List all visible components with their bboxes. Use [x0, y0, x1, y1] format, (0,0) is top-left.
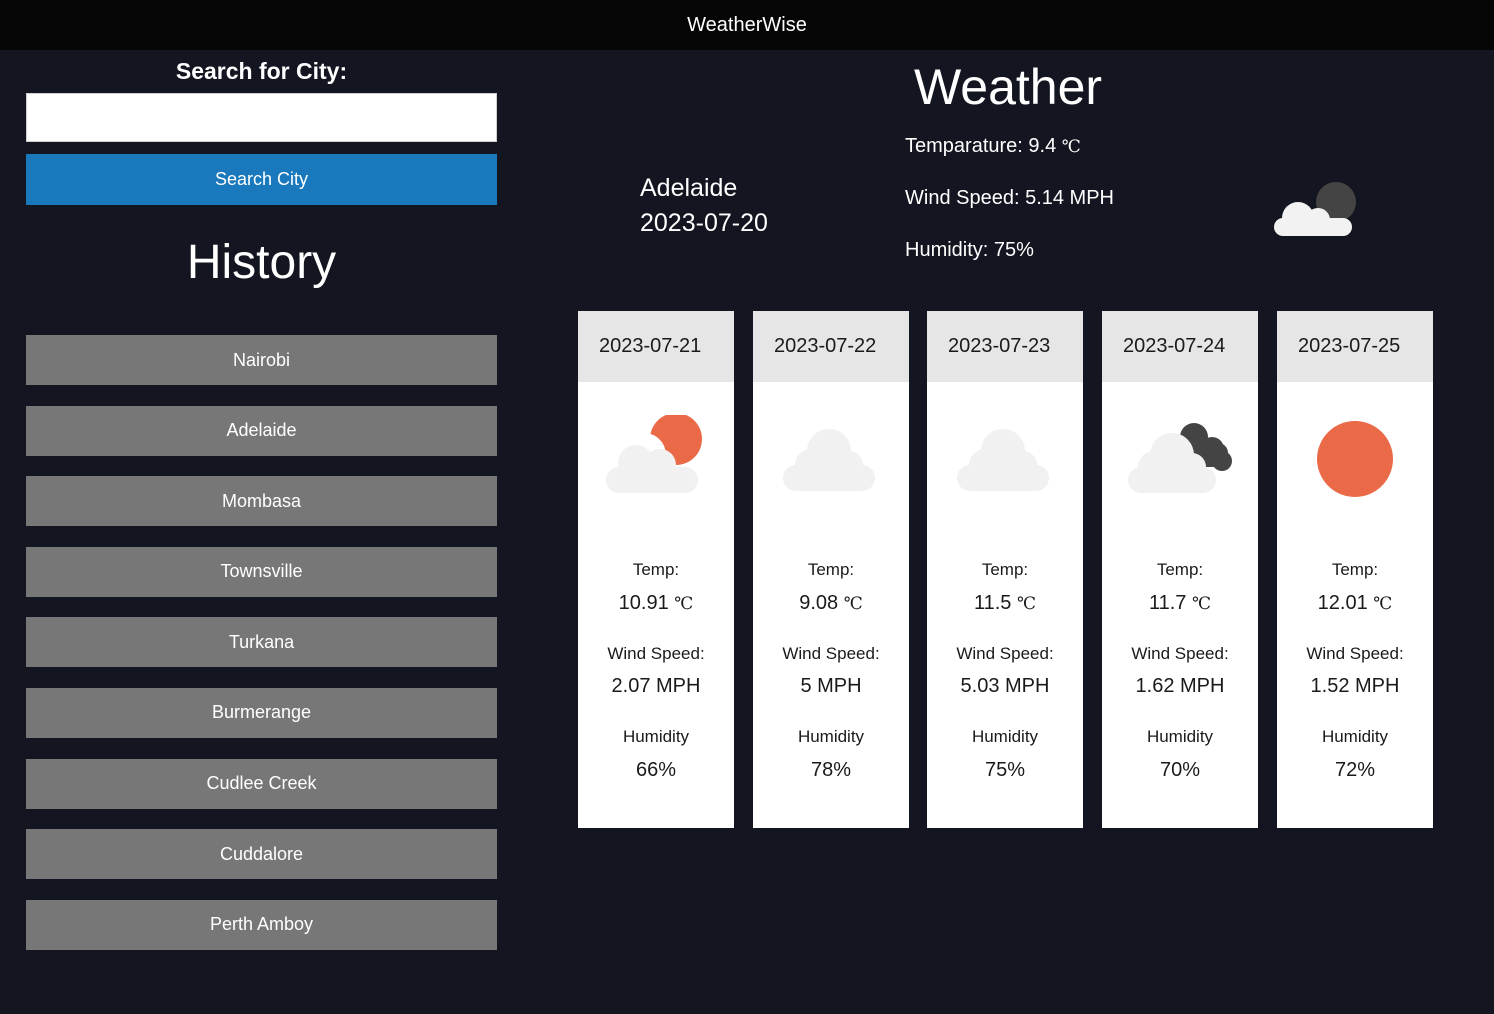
temp-label: Temp: — [632, 560, 680, 579]
humidity-label: Humidity — [971, 727, 1039, 746]
temp-value: 9.08 ℃ — [753, 592, 909, 615]
temp-unit: ℃ — [1373, 594, 1393, 614]
humidity-value: 78% — [810, 759, 852, 781]
history-title: History — [186, 236, 337, 289]
forecast-card: 2023-07-24 Temp: 11.7 ℃ Wind Speed: 1.62… — [1102, 311, 1258, 828]
history-item[interactable]: Adelaide — [26, 405, 497, 456]
temperature-unit: ℃ — [1061, 137, 1081, 157]
forecast-date: 2023-07-21 — [578, 311, 734, 382]
humidity-value: 70% — [1159, 759, 1201, 781]
current-humidity: Humidity: 75% — [905, 238, 1114, 290]
history-item[interactable]: Cudlee Creek — [26, 758, 497, 809]
forecast-card: 2023-07-23 Temp: 11.5 ℃ Wind Speed: 5.03… — [927, 311, 1083, 828]
temp-unit: ℃ — [674, 594, 694, 614]
sidebar: Search for City: Search City History Nai… — [26, 50, 497, 970]
history-item[interactable]: Perth Amboy — [26, 899, 497, 950]
humidity-label: Humidity — [1146, 727, 1214, 746]
humidity-value: 66% — [635, 759, 677, 781]
temperature-value: 9.4 — [1028, 135, 1057, 157]
partly-sunny-icon — [600, 413, 710, 501]
search-city-button[interactable]: Search City — [26, 154, 497, 205]
current-temperature: Temparature: 9.4 ℃ — [905, 134, 1114, 186]
wind-value: 5 MPH — [800, 675, 862, 697]
temp-value: 10.91 ℃ — [578, 592, 734, 615]
current-city: Adelaide — [640, 174, 738, 202]
humidity-value: 72% — [1334, 759, 1376, 781]
cloud-icon — [949, 415, 1059, 501]
history-item[interactable]: Burmerange — [26, 687, 497, 738]
history-item[interactable]: Townsville — [26, 546, 497, 597]
wind-value: 1.62 MPH — [1135, 675, 1225, 697]
search-input[interactable] — [26, 93, 497, 142]
current-wind: Wind Speed: 5.14 MPH — [905, 186, 1114, 238]
forecast-card: 2023-07-25 Temp: 12.01 ℃ Wind Speed: 1.5… — [1277, 311, 1433, 828]
cloud-icon — [775, 415, 885, 501]
humidity-label: Humidity — [622, 727, 690, 746]
wind-label: Wind Speed: — [905, 187, 1020, 209]
sun-icon — [1299, 415, 1409, 501]
temp-unit: ℃ — [1016, 594, 1037, 614]
history-item[interactable]: Nairobi — [26, 335, 497, 385]
current-location: Adelaide 2023-07-20 — [640, 171, 768, 241]
history-item[interactable]: Cuddalore — [26, 829, 497, 880]
temp-number: 11.7 — [1148, 592, 1187, 614]
app-title: WeatherWise — [687, 13, 807, 36]
temp-number: 10.91 — [618, 592, 669, 614]
wind-label: Wind Speed: — [782, 644, 880, 663]
temp-label: Temp: — [807, 560, 855, 579]
temp-unit: ℃ — [1191, 594, 1212, 614]
temp-number: 12.01 — [1317, 592, 1368, 614]
humidity-value: 75% — [993, 239, 1034, 261]
history-item[interactable]: Mombasa — [26, 476, 497, 527]
forecast-date: 2023-07-25 — [1277, 311, 1433, 382]
humidity-label: Humidity — [797, 727, 865, 746]
temperature-label: Temparature: — [905, 135, 1023, 157]
app-header: WeatherWise — [0, 0, 1494, 50]
wind-value: 5.14 MPH — [1025, 187, 1115, 209]
temp-label: Temp: — [1156, 560, 1204, 579]
forecast-card: 2023-07-21 Temp: 10.91 ℃ Wind Speed: 2.0… — [578, 311, 734, 828]
search-label: Search for City: — [175, 58, 348, 84]
forecast-date: 2023-07-23 — [927, 311, 1083, 382]
history-item[interactable]: Turkana — [26, 617, 497, 668]
forecast-card: 2023-07-22 Temp: 9.08 ℃ Wind Speed: 5 MP… — [753, 311, 909, 828]
humidity-label: Humidity: — [905, 239, 989, 261]
current-stats: Temparature: 9.4 ℃ Wind Speed: 5.14 MPH … — [905, 134, 1114, 290]
temp-value: 11.5 ℃ — [927, 592, 1083, 615]
history-list: Nairobi Adelaide Mombasa Townsville Turk… — [26, 335, 497, 950]
temp-unit: ℃ — [843, 594, 863, 614]
cloud-night-icon — [1268, 178, 1360, 242]
wind-label: Wind Speed: — [1131, 644, 1229, 663]
wind-label: Wind Speed: — [1306, 644, 1404, 663]
temp-number: 11.5 — [973, 592, 1012, 614]
weather-heading: Weather — [914, 59, 1103, 115]
humidity-label: Humidity — [1321, 727, 1389, 746]
wind-label: Wind Speed: — [956, 644, 1054, 663]
wind-value: 1.52 MPH — [1310, 675, 1400, 697]
temp-label: Temp: — [981, 560, 1029, 579]
temp-number: 9.08 — [799, 592, 839, 614]
forecast-date: 2023-07-22 — [753, 311, 909, 382]
temp-value: 11.7 ℃ — [1102, 592, 1258, 615]
current-date: 2023-07-20 — [640, 209, 768, 237]
wind-value: 2.07 MPH — [611, 675, 701, 697]
wind-label: Wind Speed: — [607, 644, 705, 663]
broken-clouds-icon — [1124, 415, 1234, 501]
forecast-date: 2023-07-24 — [1102, 311, 1258, 382]
humidity-value: 75% — [984, 759, 1026, 781]
temp-value: 12.01 ℃ — [1277, 592, 1433, 615]
temp-label: Temp: — [1331, 560, 1379, 579]
wind-value: 5.03 MPH — [960, 675, 1050, 697]
